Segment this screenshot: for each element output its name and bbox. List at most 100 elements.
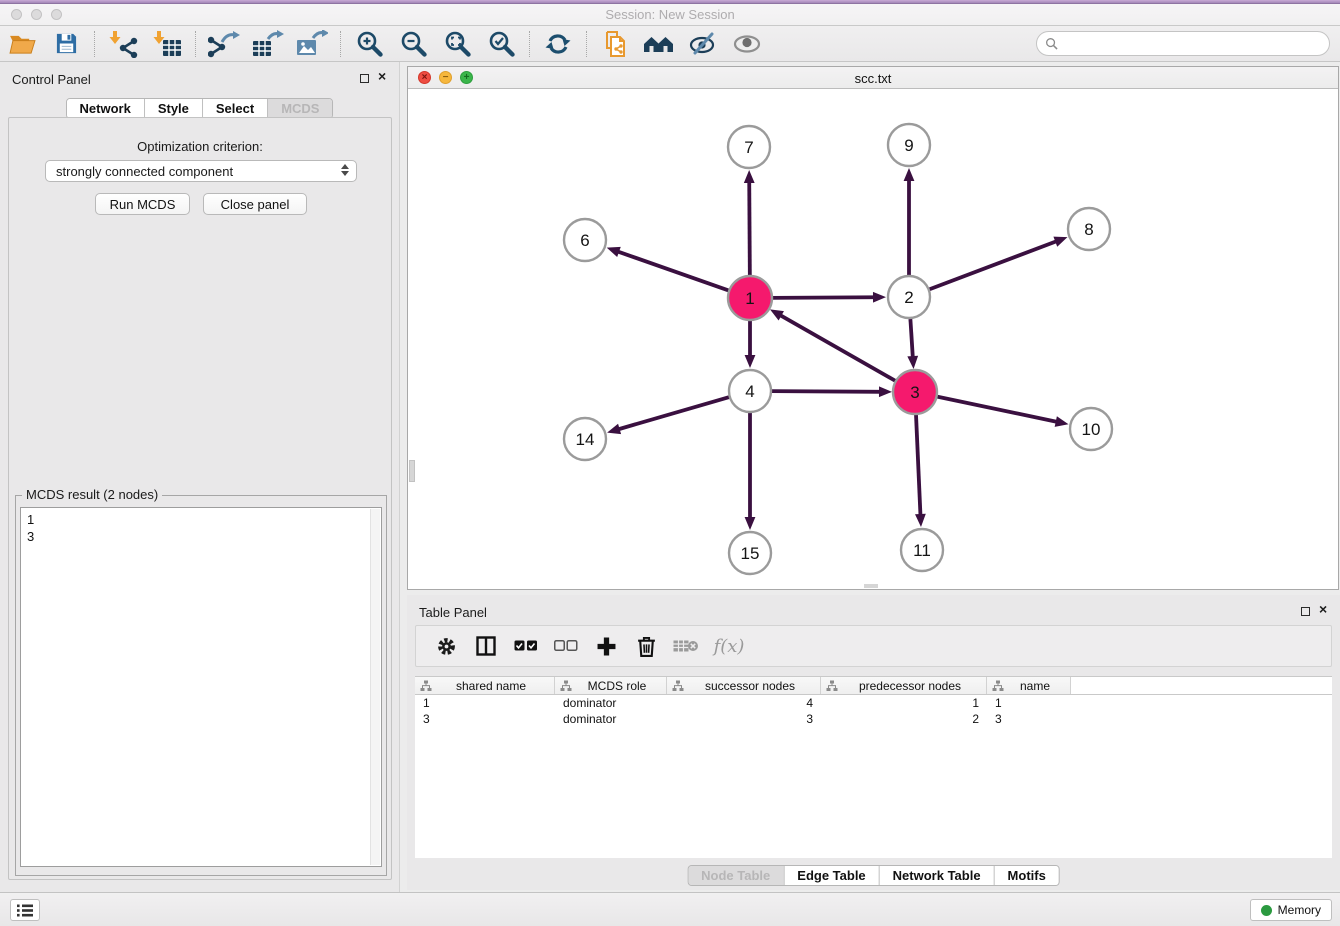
export-table-button[interactable] bbox=[249, 29, 287, 59]
column-header-shared-name[interactable]: shared name bbox=[415, 677, 555, 694]
float-table-panel-icon[interactable] bbox=[1301, 607, 1310, 616]
edge-3-11[interactable] bbox=[916, 414, 921, 516]
cell-shared-name[interactable]: 3 bbox=[415, 711, 555, 727]
close-table-panel-icon[interactable]: × bbox=[1319, 601, 1327, 617]
zoom-selected-button[interactable] bbox=[482, 29, 520, 59]
edge-2-3[interactable] bbox=[910, 319, 912, 358]
tab-node-table[interactable]: Node Table bbox=[688, 866, 783, 885]
cell-successor-nodes[interactable]: 4 bbox=[667, 695, 821, 711]
cell-MCDS-role[interactable]: dominator bbox=[555, 711, 667, 727]
column-header-label: predecessor nodes bbox=[838, 679, 986, 693]
column-hierarchy-icon bbox=[560, 680, 572, 692]
edge-4-3[interactable] bbox=[772, 391, 881, 392]
table-settings-button[interactable] bbox=[426, 631, 466, 661]
cell-name[interactable]: 1 bbox=[987, 695, 1071, 711]
node-label-3: 3 bbox=[910, 383, 919, 402]
table-row[interactable]: 1dominator411 bbox=[415, 695, 1332, 711]
optimization-dropdown[interactable]: strongly connected component bbox=[45, 160, 357, 182]
copy-network-button[interactable] bbox=[596, 29, 634, 59]
zoom-in-button[interactable] bbox=[350, 29, 388, 59]
node-table: shared nameMCDS rolesuccessor nodes prede… bbox=[415, 676, 1332, 858]
cell-shared-name[interactable]: 1 bbox=[415, 695, 555, 711]
export-image-button[interactable] bbox=[293, 29, 331, 59]
column-header-predecessor-nodes[interactable]: predecessor nodes bbox=[821, 677, 987, 694]
select-all-button[interactable] bbox=[506, 631, 546, 661]
node-label-4: 4 bbox=[745, 382, 754, 401]
show-columns-button[interactable] bbox=[466, 631, 506, 661]
tab-motifs[interactable]: Motifs bbox=[994, 866, 1059, 885]
tab-style[interactable]: Style bbox=[144, 99, 202, 118]
edge-3-1[interactable] bbox=[780, 315, 896, 381]
edge-arrowhead bbox=[873, 292, 886, 303]
horizontal-scrollbar[interactable] bbox=[864, 584, 878, 588]
columns-icon bbox=[476, 636, 496, 656]
close-panel-button[interactable]: Close panel bbox=[203, 193, 307, 215]
optimization-label: Optimization criterion: bbox=[9, 139, 391, 154]
accent-strip bbox=[0, 0, 1340, 4]
mcds-result-item[interactable]: 3 bbox=[27, 528, 381, 545]
column-header-MCDS-role[interactable]: MCDS role bbox=[555, 677, 667, 694]
cell-name[interactable]: 3 bbox=[987, 711, 1071, 727]
delete-column-button[interactable] bbox=[626, 631, 666, 661]
save-session-button[interactable] bbox=[47, 29, 85, 59]
refresh-icon bbox=[544, 31, 572, 57]
import-table-button[interactable] bbox=[148, 29, 186, 59]
cell-MCDS-role[interactable]: dominator bbox=[555, 695, 667, 711]
cell-predecessor-nodes[interactable]: 1 bbox=[821, 695, 987, 711]
edge-arrowhead bbox=[744, 170, 755, 183]
edge-4-14[interactable] bbox=[618, 397, 729, 429]
mcds-result-item[interactable]: 1 bbox=[27, 511, 381, 528]
network-window-titlebar[interactable]: × − + scc.txt bbox=[408, 67, 1338, 89]
tab-mcds[interactable]: MCDS bbox=[267, 99, 332, 118]
mcds-result-list[interactable]: 13 bbox=[20, 507, 382, 867]
zoom-fit-button[interactable] bbox=[438, 29, 476, 59]
edge-1-2[interactable] bbox=[772, 297, 875, 298]
export-network-button[interactable] bbox=[205, 29, 243, 59]
cell-successor-nodes[interactable]: 3 bbox=[667, 711, 821, 727]
network-canvas[interactable]: 7968124314101511 bbox=[408, 89, 1338, 590]
tab-select[interactable]: Select bbox=[202, 99, 267, 118]
function-builder-button[interactable]: f(x) bbox=[706, 631, 752, 661]
zoom-out-button[interactable] bbox=[394, 29, 432, 59]
column-header-successor-nodes[interactable]: successor nodes bbox=[667, 677, 821, 694]
import-network-button[interactable] bbox=[104, 29, 142, 59]
search-field[interactable] bbox=[1036, 31, 1330, 56]
task-history-button[interactable] bbox=[10, 899, 40, 921]
export-table-icon bbox=[252, 30, 284, 58]
edge-2-8[interactable] bbox=[930, 241, 1058, 289]
list-scrollbar-track[interactable] bbox=[370, 509, 380, 865]
table-row[interactable]: 3dominator323 bbox=[415, 711, 1332, 727]
tab-network[interactable]: Network bbox=[67, 99, 144, 118]
homes-button[interactable] bbox=[640, 29, 678, 59]
hide-selected-button[interactable] bbox=[684, 29, 722, 59]
float-panel-icon[interactable] bbox=[360, 74, 369, 83]
delete-table-button[interactable] bbox=[666, 631, 706, 661]
control-panel-tabs: NetworkStyleSelectMCDS bbox=[66, 98, 334, 119]
edge-1-6[interactable] bbox=[617, 251, 729, 290]
delete-table-icon bbox=[673, 638, 699, 654]
cell-predecessor-nodes[interactable]: 2 bbox=[821, 711, 987, 727]
tab-edge-table[interactable]: Edge Table bbox=[783, 866, 878, 885]
deselect-all-button[interactable] bbox=[546, 631, 586, 661]
refresh-button[interactable] bbox=[539, 29, 577, 59]
tab-network-table[interactable]: Network Table bbox=[879, 866, 994, 885]
edge-3-10[interactable] bbox=[937, 397, 1058, 422]
column-hierarchy-icon bbox=[826, 680, 838, 692]
show-all-button[interactable] bbox=[728, 29, 766, 59]
vertical-scrollbar[interactable] bbox=[409, 460, 415, 482]
search-input[interactable] bbox=[1063, 34, 1329, 54]
edge-arrowhead bbox=[1055, 416, 1069, 427]
node-label-2: 2 bbox=[904, 288, 913, 307]
edge-1-7[interactable] bbox=[749, 181, 750, 276]
run-mcds-button[interactable]: Run MCDS bbox=[95, 193, 190, 215]
table-toolbar: f(x) bbox=[415, 625, 1332, 667]
export-network-icon bbox=[208, 30, 240, 58]
table-body: 1dominator4113dominator323 bbox=[415, 695, 1332, 727]
open-session-button[interactable] bbox=[3, 29, 41, 59]
memory-button[interactable]: Memory bbox=[1250, 899, 1332, 921]
close-panel-icon[interactable]: × bbox=[378, 68, 386, 84]
add-column-button[interactable] bbox=[586, 631, 626, 661]
toolbar-separator bbox=[94, 31, 95, 57]
network-view-title: scc.txt bbox=[408, 71, 1338, 86]
column-header-name[interactable]: name bbox=[987, 677, 1071, 694]
